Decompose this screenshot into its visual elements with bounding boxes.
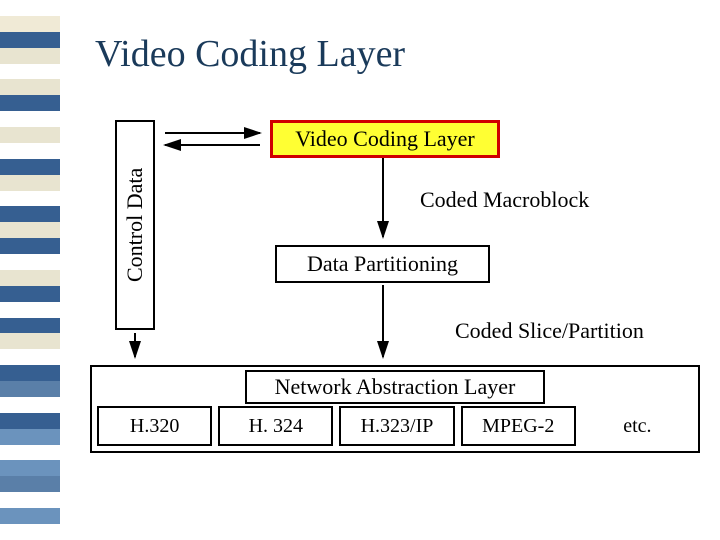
sidebar-stripe [0, 48, 60, 64]
control-data-box: Control Data [115, 120, 155, 330]
sidebar-stripe [0, 524, 60, 540]
sidebar-stripe [0, 460, 60, 476]
nal-cell-h324: H. 324 [218, 406, 333, 446]
nal-cell-mpeg2: MPEG-2 [461, 406, 576, 446]
sidebar-stripe [0, 270, 60, 286]
sidebar-stripe [0, 349, 60, 365]
sidebar-stripe [0, 32, 60, 48]
nal-row: H.320 H. 324 H.323/IP MPEG-2 etc. [97, 406, 693, 446]
nal-cell-etc: etc. [582, 406, 693, 446]
nal-cell-h320: H.320 [97, 406, 212, 446]
sidebar-stripe [0, 413, 60, 429]
sidebar-stripe [0, 64, 60, 80]
sidebar-stripe [0, 429, 60, 445]
sidebar-stripe [0, 238, 60, 254]
decorative-sidebar [0, 0, 60, 540]
architecture-diagram: Control Data Video Coding Layer Coded Ma… [70, 110, 710, 510]
sidebar-stripe [0, 127, 60, 143]
sidebar-stripe [0, 175, 60, 191]
sidebar-stripe [0, 206, 60, 222]
sidebar-stripe [0, 95, 60, 111]
nal-title: Network Abstraction Layer [245, 370, 545, 404]
sidebar-stripe [0, 476, 60, 492]
sidebar-stripe [0, 508, 60, 524]
sidebar-stripe [0, 143, 60, 159]
sidebar-stripe [0, 16, 60, 32]
sidebar-stripe [0, 0, 60, 16]
data-partitioning-box: Data Partitioning [275, 245, 490, 283]
sidebar-stripe [0, 286, 60, 302]
sidebar-stripe [0, 254, 60, 270]
coded-slice-partition-label: Coded Slice/Partition [455, 318, 644, 344]
sidebar-stripe [0, 381, 60, 397]
sidebar-stripe [0, 222, 60, 238]
sidebar-stripe [0, 79, 60, 95]
sidebar-stripe [0, 318, 60, 334]
sidebar-stripe [0, 159, 60, 175]
coded-macroblock-label: Coded Macroblock [420, 187, 589, 213]
page-title: Video Coding Layer [95, 32, 405, 76]
sidebar-stripe [0, 111, 60, 127]
sidebar-stripe [0, 492, 60, 508]
network-abstraction-layer-box: Network Abstraction Layer H.320 H. 324 H… [90, 365, 700, 453]
sidebar-stripe [0, 365, 60, 381]
nal-cell-h323ip: H.323/IP [339, 406, 454, 446]
video-coding-layer-box: Video Coding Layer [270, 120, 500, 158]
sidebar-stripe [0, 302, 60, 318]
sidebar-stripe [0, 333, 60, 349]
sidebar-stripe [0, 397, 60, 413]
sidebar-stripe [0, 445, 60, 461]
sidebar-stripe [0, 191, 60, 207]
